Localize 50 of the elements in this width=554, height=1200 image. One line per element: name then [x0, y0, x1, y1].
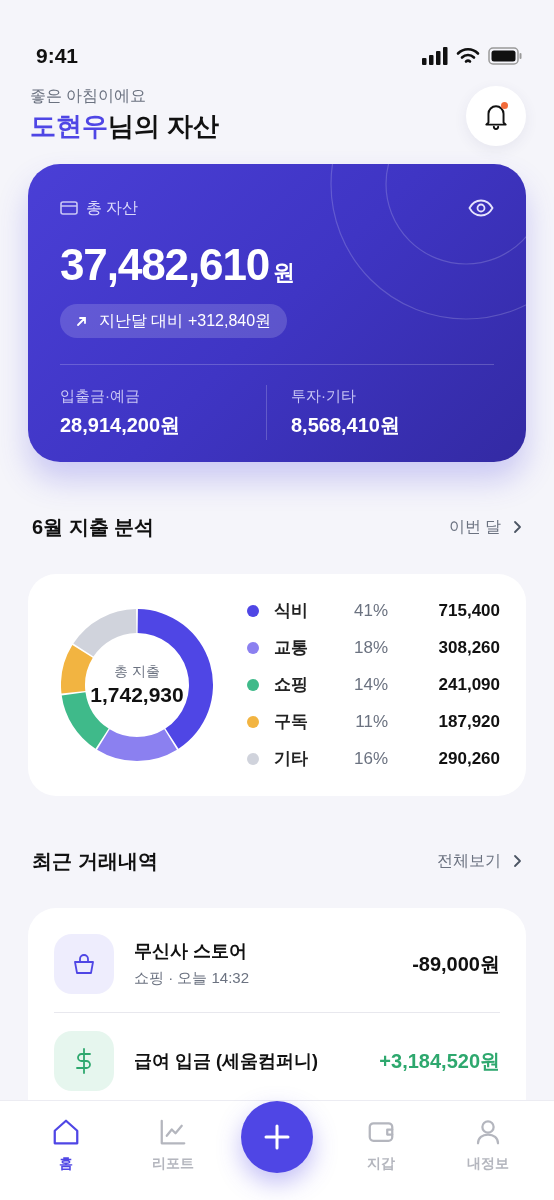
nav-tab[interactable]: 홈 — [25, 1117, 106, 1174]
transaction-name: 무신사 스토어 — [134, 940, 248, 964]
donut-center-label: 총 지출 — [114, 662, 160, 682]
transaction-amount: +3,184,520원 — [379, 1049, 500, 1074]
page-title: 도현우님의 자산 — [30, 110, 220, 143]
legend-amount: 187,920 — [437, 711, 500, 734]
breakdown-label: 입출금·예금 — [60, 386, 141, 406]
donut-center-total: 1,742,930 — [90, 682, 184, 709]
legend-amount: 241,090 — [437, 674, 500, 697]
legend-amount: 290,260 — [437, 748, 500, 771]
legend-percent: 16% — [352, 748, 388, 771]
transaction-meta: 쇼핑 · 오늘 14:32 — [134, 968, 251, 989]
breakdown-amount: 8,568,410원 — [291, 412, 401, 438]
transaction-amount: -89,000원 — [412, 952, 500, 977]
section-title: 최근 거래내역 — [32, 849, 158, 874]
chevron-right-icon — [513, 854, 522, 868]
card-icon — [60, 201, 78, 215]
legend-category: 기타 — [274, 748, 309, 771]
total-asset-amount: 37,482,610 — [60, 239, 270, 291]
legend-category: 구독 — [274, 711, 309, 734]
legend-category: 쇼핑 — [274, 674, 309, 697]
currency-unit: 원 — [273, 259, 296, 287]
chevron-right-icon — [513, 520, 522, 534]
wifi-icon — [456, 47, 480, 65]
legend-percent: 14% — [352, 674, 388, 697]
add-button[interactable] — [241, 1101, 313, 1173]
plus-icon — [264, 1124, 290, 1150]
eye-icon[interactable] — [468, 199, 494, 217]
legend-percent: 11% — [354, 711, 388, 734]
signal-icon — [422, 47, 448, 65]
legend-category: 교통 — [274, 637, 309, 660]
legend-amount: 715,400 — [437, 600, 500, 623]
legend-amount: 308,260 — [437, 637, 500, 660]
section-title: 6월 지출 분석 — [32, 515, 155, 540]
transaction-name: 급여 입금 (세움컴퍼니) — [134, 1049, 319, 1073]
legend-percent: 41% — [352, 600, 388, 623]
basket-icon — [72, 952, 96, 976]
status-time: 9:41 — [36, 43, 79, 70]
month-link[interactable]: 이번 달 — [448, 515, 522, 539]
legend-percent: 18% — [352, 637, 388, 660]
view-all-link[interactable]: 전체보기 — [437, 849, 522, 873]
asset-label: 총 자산 — [86, 198, 139, 218]
change-text: 지난달 대비 +312,840원 — [99, 311, 272, 331]
breakdown-label: 투자·기타 — [291, 386, 357, 406]
bell-icon — [483, 102, 509, 130]
arrow-up-right-icon — [76, 315, 87, 327]
breakdown-amount: 28,914,200원 — [60, 412, 182, 438]
legend-category: 식비 — [274, 600, 309, 623]
greeting-text: 좋은 아침이에요 — [30, 86, 148, 106]
battery-icon — [488, 47, 522, 65]
